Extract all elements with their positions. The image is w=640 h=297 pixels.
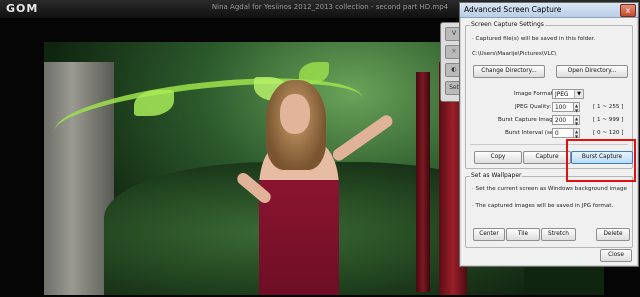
dialog-titlebar[interactable]: Advanced Screen Capture x: [460, 3, 638, 18]
burst-images-range: [ 1 ~ 999 ]: [593, 117, 624, 123]
burst-interval-spinner[interactable]: ▲ ▼: [574, 128, 580, 139]
image-format-select[interactable]: JPEG ▼: [552, 89, 584, 99]
close-button[interactable]: Close: [600, 249, 632, 262]
jpeg-quality-label: JPEG Quality:: [515, 104, 552, 110]
advanced-screen-capture-dialog: Advanced Screen Capture x Screen Capture…: [459, 2, 639, 267]
jpeg-quality-input[interactable]: 100: [552, 102, 574, 112]
jpeg-quality-spinner[interactable]: ▲ ▼: [574, 102, 580, 113]
image-format-label: Image Format:: [514, 91, 555, 97]
copy-button[interactable]: Copy: [474, 151, 522, 164]
stretch-button[interactable]: Stretch: [541, 228, 576, 241]
gom-logo: GOM: [6, 2, 39, 15]
save-folder-path: C:\Users\Maarije\Pictures\VLC\: [472, 51, 557, 57]
burst-images-spinner[interactable]: ▲ ▼: [574, 115, 580, 126]
capture-button[interactable]: Capture: [523, 151, 571, 164]
video-pillar-back: [416, 72, 430, 292]
open-directory-button[interactable]: Open Directory...: [556, 65, 628, 78]
wallpaper-group-label: Set as Wallpaper: [470, 172, 523, 179]
close-icon[interactable]: x: [620, 4, 636, 17]
burst-images-input[interactable]: 200: [552, 115, 574, 125]
video-figure-face: [280, 94, 310, 134]
chevron-down-icon[interactable]: ▼: [574, 90, 583, 98]
burst-interval-input[interactable]: 0: [552, 128, 574, 138]
capture-settings-label: Screen Capture Settings: [470, 21, 545, 28]
tile-button[interactable]: Tile: [506, 228, 540, 241]
change-directory-button[interactable]: Change Directory...: [473, 65, 545, 78]
delete-button[interactable]: Delete: [596, 228, 630, 241]
wallpaper-format-note: · The captured images will be saved in J…: [472, 203, 614, 209]
save-folder-note: · Captured file(s) will be saved in this…: [472, 36, 596, 42]
jpeg-quality-range: [ 1 ~ 255 ]: [593, 104, 624, 110]
dialog-title: Advanced Screen Capture: [464, 5, 562, 14]
player-title: Nina Agdal for Yesiinos 2012_2013 collec…: [211, 3, 449, 11]
center-button[interactable]: Center: [473, 228, 505, 241]
wallpaper-note: · Set the current screen as Windows back…: [472, 186, 627, 192]
image-format-value: JPEG: [555, 92, 569, 98]
burst-capture-highlight: [566, 139, 636, 182]
burst-interval-range: [ 0 ~ 120 ]: [593, 130, 624, 136]
